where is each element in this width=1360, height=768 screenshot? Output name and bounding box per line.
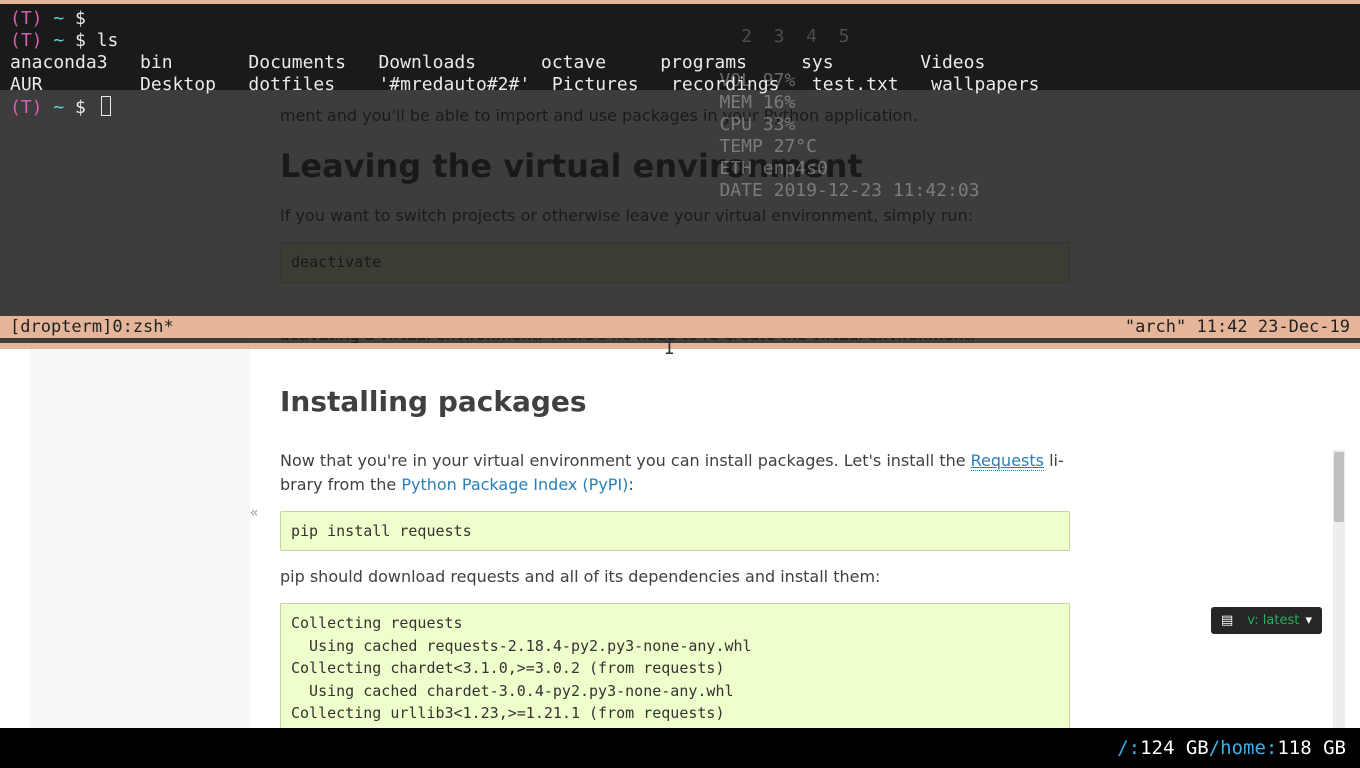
text: li- (1044, 451, 1064, 470)
scrollbar-thumb[interactable] (1334, 452, 1344, 522)
tmux-statusbar: [dropterm]0:zsh* "arch" 11:42 23-Dec-19 (0, 316, 1360, 338)
text: : (628, 475, 633, 494)
code-block-pip-install: pip install requests (280, 511, 1070, 552)
disk-root-value: 124 GB (1140, 737, 1209, 759)
text-cursor-icon: 𝙸 (664, 338, 675, 359)
text: Now that you're in your virtual environm… (280, 451, 971, 470)
rtd-version-badge[interactable]: ▤ v: latest ▾ (1211, 607, 1322, 634)
disk-home-value: 118 GB (1277, 737, 1346, 759)
doc-paragraph: Now that you're in your virtual environm… (280, 449, 1070, 497)
caret-down-icon: ▾ (1305, 613, 1312, 628)
pypi-link[interactable]: Python Package Index (PyPI) (401, 475, 628, 494)
prompt-line: (T) ~ $ (10, 96, 1350, 119)
tmux-status-left: [dropterm]0:zsh* (10, 316, 174, 338)
bottom-statusbar: /: 124 GB /home: 118 GB (0, 728, 1360, 768)
prompt-line: (T) ~ $ ls (10, 30, 1350, 52)
book-icon: ▤ (1221, 613, 1233, 628)
disk-home-label: /home: (1209, 737, 1278, 759)
terminal-command: ls (97, 30, 119, 51)
prompt-line: (T) ~ $ (10, 8, 1350, 30)
sidebar-collapse-icon[interactable]: « (250, 505, 258, 521)
requests-link[interactable]: Requests (971, 451, 1044, 471)
ls-output-row: AUR Desktop dotfiles '#mredauto#2#' Pict… (10, 74, 1350, 96)
dropdown-terminal[interactable]: 2 3 4 5 VOL 97% MEM 16% CPU 33% TEMP 27°… (0, 0, 1360, 349)
disk-root-label: /: (1117, 737, 1140, 759)
ls-output-row: anaconda3 bin Documents Downloads octave… (10, 52, 1350, 74)
terminal-cursor (101, 96, 111, 116)
terminal-body[interactable]: (T) ~ $ (T) ~ $ ls anaconda3 bin Documen… (0, 4, 1360, 312)
rtd-version-label: v: latest ▾ (1247, 613, 1312, 628)
doc-paragraph: pip should download requests and all of … (280, 565, 1070, 589)
page-scrollbar[interactable] (1333, 450, 1345, 768)
text: brary from the (280, 475, 401, 494)
heading-installing-packages: Installing packages (280, 381, 1070, 423)
tmux-status-right: "arch" 11:42 23-Dec-19 (1125, 316, 1350, 338)
